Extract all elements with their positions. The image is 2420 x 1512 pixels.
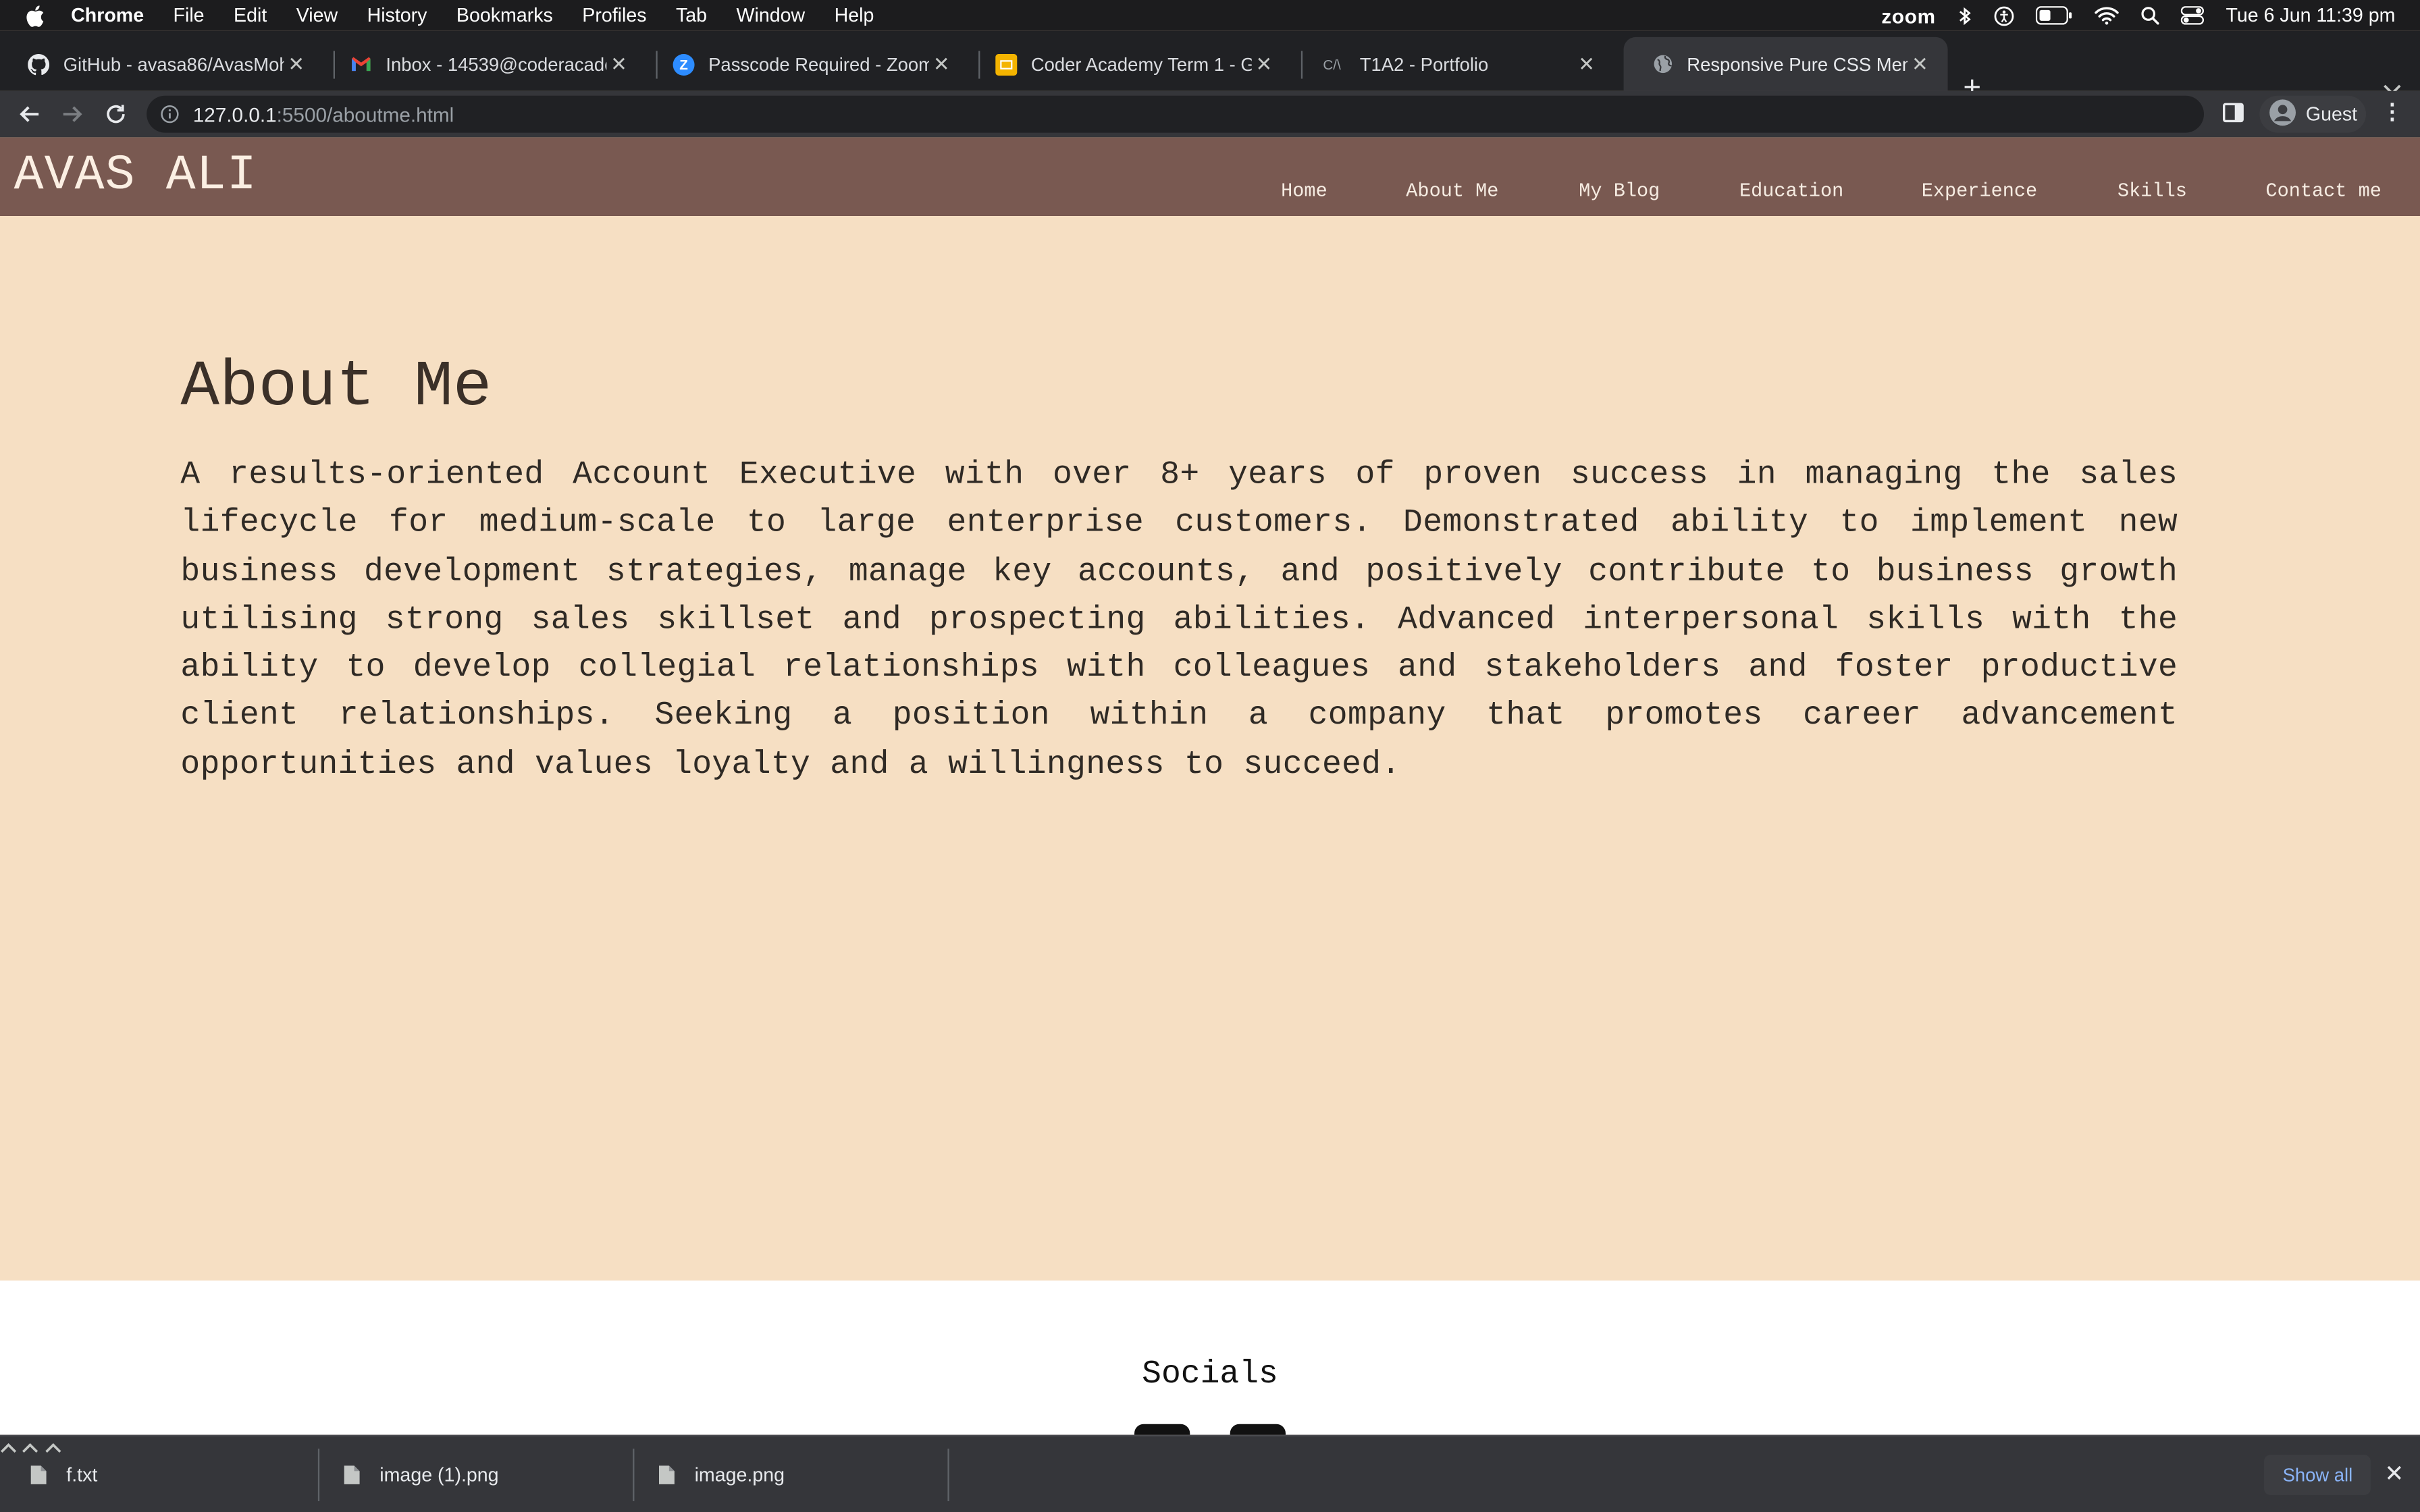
close-icon[interactable]: ✕: [1908, 52, 1932, 77]
show-all-downloads-button[interactable]: Show all: [2264, 1455, 2371, 1495]
menu-tab[interactable]: Tab: [676, 5, 707, 26]
tab-title: GitHub - avasa86/AvasMohamed: [63, 53, 284, 75]
menubar-clock[interactable]: Tue 6 Jun 11:39 pm: [2226, 5, 2395, 26]
nav-link-contact-me[interactable]: Contact me: [2265, 180, 2381, 202]
browser-menu-icon[interactable]: ⋮: [2382, 99, 2403, 125]
profile-label: Guest: [2305, 103, 2358, 126]
slides-icon: [995, 53, 1018, 75]
control-center-icon[interactable]: [2181, 6, 2205, 25]
back-arrow-icon[interactable]: [16, 101, 43, 128]
download-item[interactable]: image (1).png: [342, 1436, 499, 1512]
browser-toolbar: 127.0.0.1:5500/aboutme.html Guest ⋮: [0, 90, 2420, 138]
coder-academy-icon: C/\: [1323, 56, 1341, 72]
menu-file[interactable]: File: [174, 5, 205, 26]
download-filename: image.png: [694, 1464, 785, 1486]
nav-link-home[interactable]: Home: [1281, 180, 1327, 202]
download-filename: image (1).png: [379, 1464, 499, 1486]
nav-link-experience[interactable]: Experience: [1922, 180, 2037, 202]
tab-github[interactable]: GitHub - avasa86/AvasMohamed ✕: [0, 37, 324, 91]
side-panel-icon[interactable]: [2222, 102, 2244, 131]
social-link-icon[interactable]: [1230, 1424, 1286, 1435]
tab-title: Coder Academy Term 1 - Google Slides: [1030, 53, 1252, 75]
battery-icon[interactable]: [2036, 6, 2073, 25]
close-icon[interactable]: ✕: [1252, 52, 1277, 77]
github-icon: [28, 53, 50, 75]
close-icon[interactable]: ✕: [606, 52, 631, 77]
menu-view[interactable]: View: [296, 5, 338, 26]
download-filename: f.txt: [66, 1464, 98, 1486]
zoom-icon: Z: [673, 53, 695, 75]
download-item[interactable]: f.txt: [29, 1436, 97, 1512]
site-header: AVAS ALI Home About Me My Blog Education…: [0, 137, 2420, 216]
site-info-icon[interactable]: [161, 105, 182, 124]
socials-heading: Socials: [1142, 1357, 1278, 1393]
menu-edit[interactable]: Edit: [234, 5, 267, 26]
gmail-icon: [350, 53, 372, 75]
tab-google-slides[interactable]: Coder Academy Term 1 - Google Slides ✕: [968, 37, 1292, 91]
nav-link-my-blog[interactable]: My Blog: [1579, 180, 1660, 202]
close-icon[interactable]: ✕: [284, 52, 309, 77]
file-icon: [342, 1464, 361, 1486]
globe-icon: [1652, 53, 1673, 75]
download-item[interactable]: image.png: [658, 1436, 785, 1512]
url-path: :5500/aboutme.html: [276, 102, 454, 126]
url-host: 127.0.0.1: [192, 102, 277, 126]
tab-responsive-css-menu[interactable]: Responsive Pure CSS Menu ✕: [1623, 36, 1948, 91]
nav-link-skills[interactable]: Skills: [2118, 180, 2187, 202]
accessibility-icon[interactable]: [1995, 5, 2015, 26]
tab-title: Passcode Required - Zoom: [708, 53, 929, 75]
tab-zoom[interactable]: Z Passcode Required - Zoom ✕: [645, 37, 969, 91]
file-icon: [29, 1464, 47, 1486]
macos-menu-bar: Chrome File Edit View History Bookmarks …: [0, 0, 2420, 31]
avatar-icon: [2269, 98, 2296, 130]
menu-help[interactable]: Help: [835, 5, 874, 26]
close-icon[interactable]: ✕: [929, 52, 954, 77]
nav-link-education[interactable]: Education: [1739, 180, 1843, 202]
profile-button[interactable]: Guest: [2259, 95, 2367, 133]
site-footer: Socials: [0, 1280, 2420, 1435]
tab-portfolio[interactable]: C/\ T1A2 - Portfolio ✕: [1290, 37, 1614, 91]
download-shelf: f.txt image (1).png image.png Show all ✕: [0, 1434, 2420, 1512]
address-bar[interactable]: 127.0.0.1:5500/aboutme.html: [147, 95, 2204, 133]
tab-title: Inbox - 14539@coderacademy.edu.au: [386, 53, 606, 75]
about-section: About Me A results-oriented Account Exec…: [180, 350, 2178, 790]
tab-gmail[interactable]: Inbox - 14539@coderacademy.edu.au ✕: [323, 37, 647, 91]
file-icon: [658, 1464, 676, 1486]
menu-app-name[interactable]: Chrome: [71, 5, 144, 26]
page-viewport: AVAS ALI Home About Me My Blog Education…: [0, 137, 2420, 1435]
site-navigation: Home About Me My Blog Education Experien…: [0, 137, 2420, 216]
browser-tab-strip: GitHub - avasa86/AvasMohamed ✕ Inbox - 1…: [0, 30, 2420, 103]
tab-title: T1A2 - Portfolio: [1359, 53, 1489, 75]
menu-bookmarks[interactable]: Bookmarks: [456, 5, 553, 26]
reload-icon[interactable]: [102, 101, 130, 128]
wifi-icon[interactable]: [2095, 6, 2120, 25]
chevron-up-icon[interactable]: [0, 1436, 22, 1458]
download-divider: [947, 1449, 949, 1501]
close-icon[interactable]: ✕: [2384, 1459, 2404, 1488]
bluetooth-icon[interactable]: [1957, 5, 1973, 26]
download-divider: [633, 1449, 635, 1501]
nav-link-about-me[interactable]: About Me: [1406, 180, 1498, 202]
social-link-icon[interactable]: [1134, 1424, 1190, 1435]
forward-arrow-icon[interactable]: [59, 101, 86, 128]
menu-window[interactable]: Window: [736, 5, 805, 26]
menu-profiles[interactable]: Profiles: [582, 5, 646, 26]
about-paragraph: A results-oriented Account Executive wit…: [180, 458, 2178, 784]
zoom-status-item[interactable]: zoom: [1881, 4, 1935, 27]
menu-history[interactable]: History: [367, 5, 427, 26]
tab-title: Responsive Pure CSS Menu: [1687, 53, 1908, 75]
apple-icon[interactable]: [25, 4, 47, 27]
close-icon[interactable]: ✕: [1574, 52, 1599, 77]
spotlight-search-icon[interactable]: [2141, 6, 2160, 25]
page-title: About Me: [180, 350, 492, 425]
download-divider: [317, 1449, 320, 1501]
